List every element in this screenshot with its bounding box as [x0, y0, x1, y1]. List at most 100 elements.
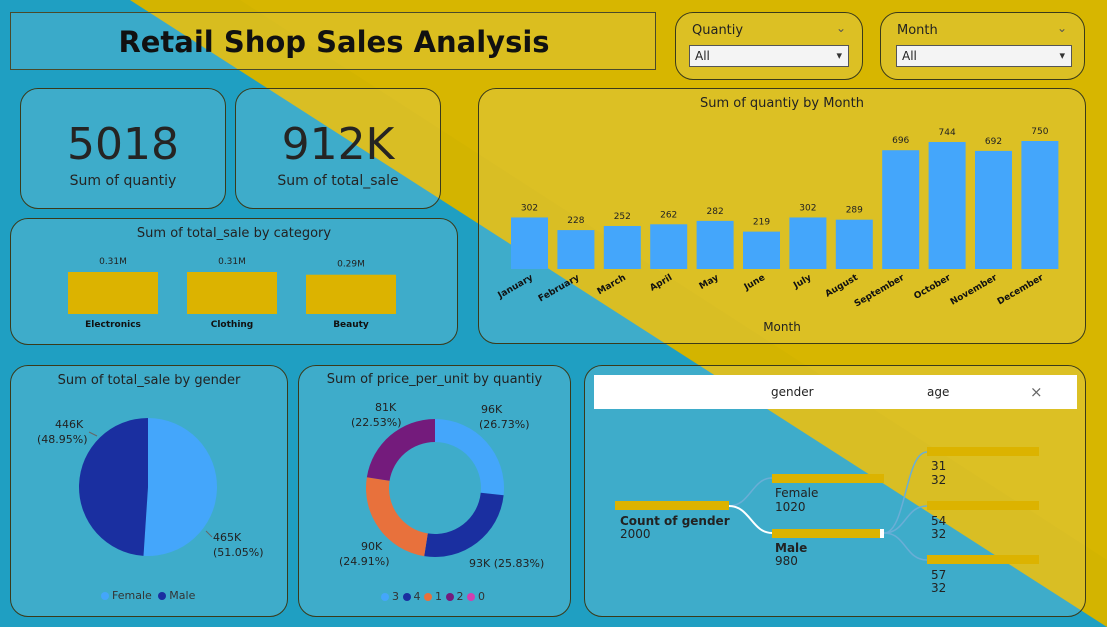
data-label: (48.95%) — [37, 433, 88, 446]
bar-july — [789, 217, 827, 269]
bar-beauty — [306, 274, 396, 314]
month-slicer[interactable]: Month ⌄ All ▾ — [880, 12, 1085, 80]
price-chart-panel[interactable]: Sum of price_per_unit by quantiy 96K (26.… — [298, 365, 571, 617]
legend-dot — [381, 593, 389, 601]
legend-label: Male — [169, 589, 196, 602]
data-label: 302 — [799, 203, 816, 213]
tree-bar-end — [880, 529, 884, 538]
tree-leaf-line1: 57 — [931, 568, 947, 582]
kpi-card-total-sale[interactable]: 912K Sum of total_sale — [235, 88, 441, 209]
tree-leaf-line1: 54 — [931, 514, 947, 528]
leader-line — [205, 530, 213, 538]
chevron-down-icon[interactable]: ⌄ — [836, 21, 846, 35]
tick-label: March — [596, 273, 628, 297]
tick-label: Clothing — [211, 320, 254, 330]
tree-node-value: 2000 — [620, 527, 651, 541]
data-label: 0.31M — [99, 257, 127, 267]
quantity-dropdown[interactable]: All ▾ — [689, 45, 849, 67]
tick-label: October — [913, 273, 954, 302]
bar-electronics — [68, 272, 158, 314]
legend-label: Female — [112, 589, 152, 602]
close-icon[interactable]: × — [1030, 383, 1043, 401]
legend-label: 4 — [413, 590, 421, 603]
legend-item-female[interactable]: Female — [101, 589, 152, 602]
kpi-card-quantity[interactable]: 5018 Sum of quantiy — [20, 88, 226, 209]
data-label: (22.53%) — [351, 416, 402, 429]
legend-dot — [424, 593, 432, 601]
data-label: 696 — [892, 136, 909, 146]
month-chart-panel[interactable]: Sum of quantiy by Month 302 January 228 Feb… — [478, 88, 1086, 344]
legend-dot — [402, 593, 411, 601]
x-axis-label: Month — [763, 320, 801, 334]
legend-label: 2 — [456, 590, 464, 603]
kpi-label: Sum of quantiy — [69, 173, 177, 189]
legend-label: 3 — [392, 590, 399, 603]
tree-leaf-line1: 31 — [931, 459, 947, 473]
month-dropdown[interactable]: All ▾ — [896, 45, 1072, 67]
title-box: Retail Shop Sales Analysis — [10, 12, 656, 70]
legend-dot — [467, 593, 475, 601]
legend-label: 0 — [478, 590, 485, 603]
legend-item-4[interactable]: 4 — [402, 590, 421, 603]
data-label: 692 — [985, 137, 1002, 147]
data-label: (51.05%) — [213, 546, 264, 559]
tick-label: Beauty — [333, 320, 369, 330]
chevron-down-icon[interactable]: ⌄ — [1057, 21, 1067, 35]
tree-node-value: 1020 — [775, 500, 806, 514]
tree-bar[interactable] — [772, 474, 884, 483]
legend-item-2[interactable]: 2 — [445, 590, 464, 603]
legend-item-3[interactable]: 3 — [381, 590, 399, 603]
leader-line — [88, 431, 98, 437]
slice-male — [79, 418, 148, 556]
tick-label: April — [648, 273, 674, 294]
tree-bar[interactable] — [927, 555, 1039, 564]
legend-item-male[interactable]: Male — [158, 589, 195, 602]
gender-pie-chart: 465K (51.05%) 446K (48.95%) — [37, 418, 264, 559]
slice-4 — [424, 492, 504, 557]
data-label: 289 — [846, 206, 863, 216]
tree-node-value: 980 — [775, 554, 798, 568]
page-title: Retail Shop Sales Analysis — [118, 25, 550, 59]
data-label: 0.31M — [218, 257, 246, 267]
chevron-down-icon: ▾ — [1059, 49, 1065, 62]
quantity-slicer[interactable]: Quantiy ⌄ All ▾ — [675, 12, 863, 80]
legend-item-1[interactable]: 1 — [424, 590, 442, 603]
tree-bar[interactable] — [927, 447, 1039, 456]
data-label: (26.73%) — [479, 418, 530, 431]
legend-label: 1 — [435, 590, 442, 603]
bar-november — [975, 150, 1012, 269]
gender-chart-panel[interactable]: Sum of total_sale by gender 465K (51.05%)… — [10, 365, 288, 617]
bar-august — [835, 219, 873, 269]
data-label: 302 — [521, 203, 538, 213]
legend-item-0[interactable]: 0 — [467, 590, 485, 603]
data-label: 262 — [660, 210, 677, 220]
legend: 3 4 1 2 0 — [381, 590, 485, 603]
tree-bar[interactable] — [927, 501, 1039, 510]
header-age[interactable]: age — [927, 385, 949, 399]
bar-clothing — [187, 272, 277, 314]
dropdown-value: All — [695, 49, 710, 63]
tree-bar[interactable] — [615, 501, 729, 510]
data-label: 750 — [1031, 127, 1048, 137]
legend-dot — [445, 593, 454, 601]
header-gender[interactable]: gender — [771, 385, 814, 399]
data-label: 81K — [375, 401, 397, 414]
tick-label: July — [791, 273, 813, 292]
data-label: 744 — [939, 128, 956, 138]
tick-label: June — [742, 273, 767, 293]
slice-female — [143, 418, 218, 556]
data-label: 228 — [567, 216, 584, 226]
dropdown-value: All — [902, 49, 917, 63]
legend-dot — [101, 592, 109, 600]
data-label: 96K — [481, 403, 503, 416]
tick-label: February — [537, 273, 582, 305]
decomposition-header: gender age × — [594, 375, 1077, 409]
data-label: 219 — [753, 218, 770, 228]
category-chart-panel[interactable]: Sum of total_sale by category 0.31M Elect… — [10, 218, 458, 345]
legend: Female Male — [101, 589, 195, 602]
tree-bar[interactable] — [772, 529, 880, 538]
tree-node-label: Female — [775, 486, 819, 500]
tree-node-label: Count of gender — [620, 514, 730, 528]
tick-label: August — [824, 273, 861, 300]
kpi-value: 5018 — [67, 119, 179, 170]
